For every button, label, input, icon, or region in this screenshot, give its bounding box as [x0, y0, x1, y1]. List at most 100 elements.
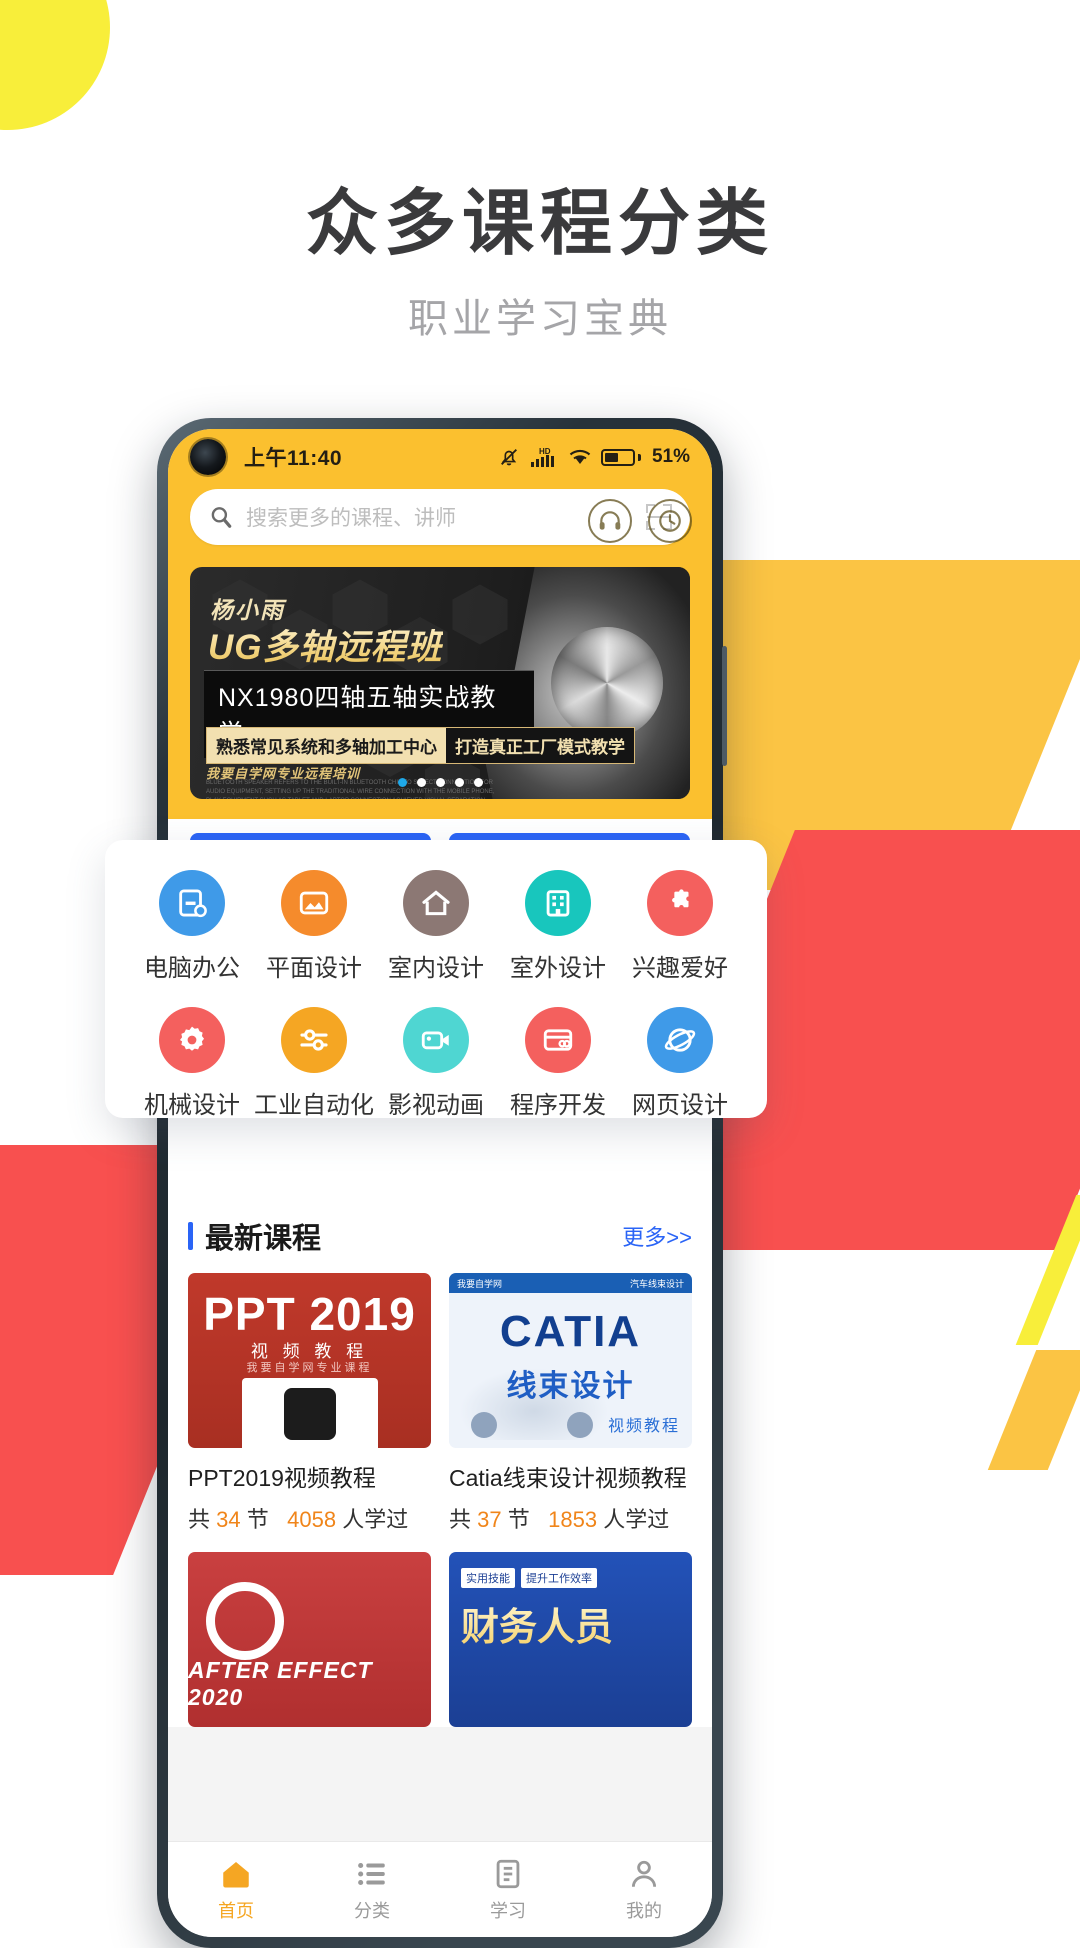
course-title: Catia线束设计视频教程	[449, 1465, 687, 1491]
wifi-icon	[569, 449, 591, 464]
course-thumbnail: 实用技能 提升工作效率 财务人员	[449, 1552, 692, 1727]
course-card[interactable]: PPT 2019 视 频 教 程 我要自学网专业课程 PPT2019视频教程 共…	[188, 1273, 431, 1534]
thumb-topbar: 我要自学网 汽车线束设计	[449, 1273, 692, 1293]
header-action-icons	[588, 485, 712, 543]
home-interior-icon	[403, 870, 469, 936]
course-card[interactable]: 实用技能 提升工作效率 财务人员	[449, 1552, 692, 1727]
category-item-mechanical-design[interactable]: 机械设计	[131, 1007, 253, 1120]
camera-illustration-icon	[241, 1378, 378, 1448]
categories-row: 机械设计 工业自动化 影视动画 程序开发 网页设计	[131, 1007, 741, 1120]
status-bar: 上午11:40 HD 51%	[168, 429, 712, 485]
banner-tag-right: 打造真正工厂模式教学	[446, 728, 634, 763]
category-item-industrial-automation[interactable]: 工业自动化	[253, 1007, 375, 1120]
latest-courses-section: 最新课程 更多>> PPT 2019 视 频 教 程 我要自学网专业课程 PPT…	[168, 1199, 712, 1727]
banner-tags: 熟悉常见系统和多轴加工中心 打造真正工厂模式教学	[206, 727, 635, 764]
banner-dot[interactable]	[473, 778, 483, 787]
section-header: 最新课程 更多>>	[188, 1215, 692, 1257]
thumb-title: CATIA	[499, 1307, 642, 1356]
building-exterior-icon	[525, 870, 591, 936]
learner-count: 1853	[548, 1507, 598, 1532]
lessons-unit: 节	[507, 1507, 530, 1532]
list-icon	[358, 1862, 385, 1885]
banner-dot[interactable]	[435, 778, 445, 787]
nav-item-study[interactable]: 学习	[440, 1842, 576, 1937]
course-thumbnail: AFTER EFFECT 2020	[188, 1552, 431, 1727]
thumb-brand: 我要自学网	[457, 1278, 503, 1289]
nav-label: 首页	[218, 1900, 254, 1921]
more-link[interactable]: 更多>>	[622, 1220, 692, 1252]
lessons-count: 37	[477, 1507, 502, 1532]
thumb-tag-two: 提升工作效率	[521, 1568, 597, 1588]
category-label: 工业自动化	[254, 1092, 374, 1119]
front-camera-icon	[190, 439, 226, 475]
category-label: 程序开发	[510, 1092, 606, 1119]
course-card[interactable]: 我要自学网 汽车线束设计 CATIA 线束设计 视频教程 Catia线束设计视频…	[449, 1273, 692, 1534]
course-meta: 共 37 节 1853 人学过	[449, 1502, 692, 1534]
nav-item-profile[interactable]: 我的	[576, 1842, 712, 1937]
category-item-programming[interactable]: 程序开发	[497, 1007, 619, 1120]
lessons-count: 34	[216, 1507, 241, 1532]
thumb-subtitle: 视频教程	[607, 1418, 680, 1435]
lessons-prefix: 共	[449, 1507, 472, 1532]
course-meta: 共 34 节 4058 人学过	[188, 1502, 431, 1534]
nav-item-categories[interactable]: 分类	[304, 1842, 440, 1937]
category-item-interior-design[interactable]: 室内设计	[375, 870, 497, 983]
course-card[interactable]: AFTER EFFECT 2020	[188, 1552, 431, 1727]
thumb-tag-one: 实用技能	[461, 1568, 515, 1588]
headset-icon[interactable]	[588, 499, 632, 543]
category-item-web-design[interactable]: 网页设计	[619, 1007, 741, 1120]
category-item-exterior-design[interactable]: 室外设计	[497, 870, 619, 983]
section-accent-bar	[188, 1222, 193, 1250]
section-title: 最新课程	[205, 1223, 322, 1255]
status-time: 上午11:40	[244, 447, 343, 470]
svg-text:HD: HD	[539, 447, 551, 456]
banner-zone: 杨小雨 UG多轴远程班 NX1980四轴五轴实战教学 熟悉常见系统和多轴加工中心…	[168, 567, 712, 819]
nav-label: 分类	[354, 1900, 390, 1921]
globe-web-icon	[647, 1007, 713, 1073]
decor-yellow-circle	[0, 0, 110, 130]
category-item-film-animation[interactable]: 影视动画	[375, 1007, 497, 1120]
hd-signal-icon: HD	[530, 447, 554, 467]
course-thumbnail: 我要自学网 汽车线束设计 CATIA 线束设计 视频教程	[449, 1273, 692, 1448]
category-item-hobby[interactable]: 兴趣爱好	[619, 870, 741, 983]
search-icon	[211, 507, 232, 528]
category-label: 网页设计	[632, 1092, 728, 1119]
phone-side-button	[722, 646, 727, 766]
phone-screen: 上午11:40 HD 51% 搜索更多的课程、讲师 杨小雨 UG多轴远程班 NX…	[168, 429, 712, 1937]
battery-percent: 51%	[651, 446, 690, 467]
battery-icon	[600, 448, 641, 466]
nav-label: 学习	[490, 1900, 526, 1921]
book-icon	[496, 1859, 520, 1888]
page-subtitle: 职业学习宝典	[408, 297, 672, 342]
status-icons: HD 51%	[498, 446, 690, 468]
learners-unit: 人学过	[603, 1507, 670, 1532]
thumb-title-cn: 线束设计	[506, 1370, 635, 1403]
nav-item-home[interactable]: 首页	[168, 1842, 304, 1937]
promo-banner[interactable]: 杨小雨 UG多轴远程班 NX1980四轴五轴实战教学 熟悉常见系统和多轴加工中心…	[190, 567, 690, 799]
lessons-unit: 节	[246, 1507, 269, 1532]
history-clock-icon[interactable]	[648, 499, 692, 543]
category-label: 电脑办公	[144, 955, 240, 982]
learner-count: 4058	[287, 1507, 337, 1532]
category-label: 影视动画	[388, 1092, 484, 1119]
banner-dot[interactable]	[416, 778, 426, 787]
category-item-graphic-design[interactable]: 平面设计	[253, 870, 375, 983]
category-item-computer-office[interactable]: 电脑办公	[131, 870, 253, 983]
thumb-brand: 我要自学网专业课程	[246, 1362, 373, 1374]
learners-unit: 人学过	[342, 1507, 409, 1532]
code-card-icon	[525, 1007, 591, 1073]
thumb-tags: 实用技能 提升工作效率	[461, 1568, 597, 1588]
banner-dot[interactable]	[454, 778, 464, 787]
course-grid: PPT 2019 视 频 教 程 我要自学网专业课程 PPT2019视频教程 共…	[188, 1273, 692, 1727]
banner-dot[interactable]	[397, 778, 407, 787]
banner-dots[interactable]	[190, 778, 690, 787]
category-label: 室外设计	[510, 955, 606, 982]
phone-mockup: 上午11:40 HD 51% 搜索更多的课程、讲师 杨小雨 UG多轴远程班 NX…	[157, 418, 727, 1948]
thumb-title: PPT 2019	[203, 1288, 416, 1340]
sliders-automation-icon	[281, 1007, 347, 1073]
categories-card: 电脑办公 平面设计 室内设计 室外设计 兴趣爱好 机械设计 工业自动化 影视动画…	[105, 840, 767, 1120]
promo-text-block: 众多课程分类 职业学习宝典	[0, 184, 1080, 344]
bottom-nav: 首页 分类 学习 我的	[168, 1841, 712, 1937]
gear-mechanical-icon	[159, 1007, 225, 1073]
search-placeholder: 搜索更多的课程、讲师	[246, 507, 456, 530]
